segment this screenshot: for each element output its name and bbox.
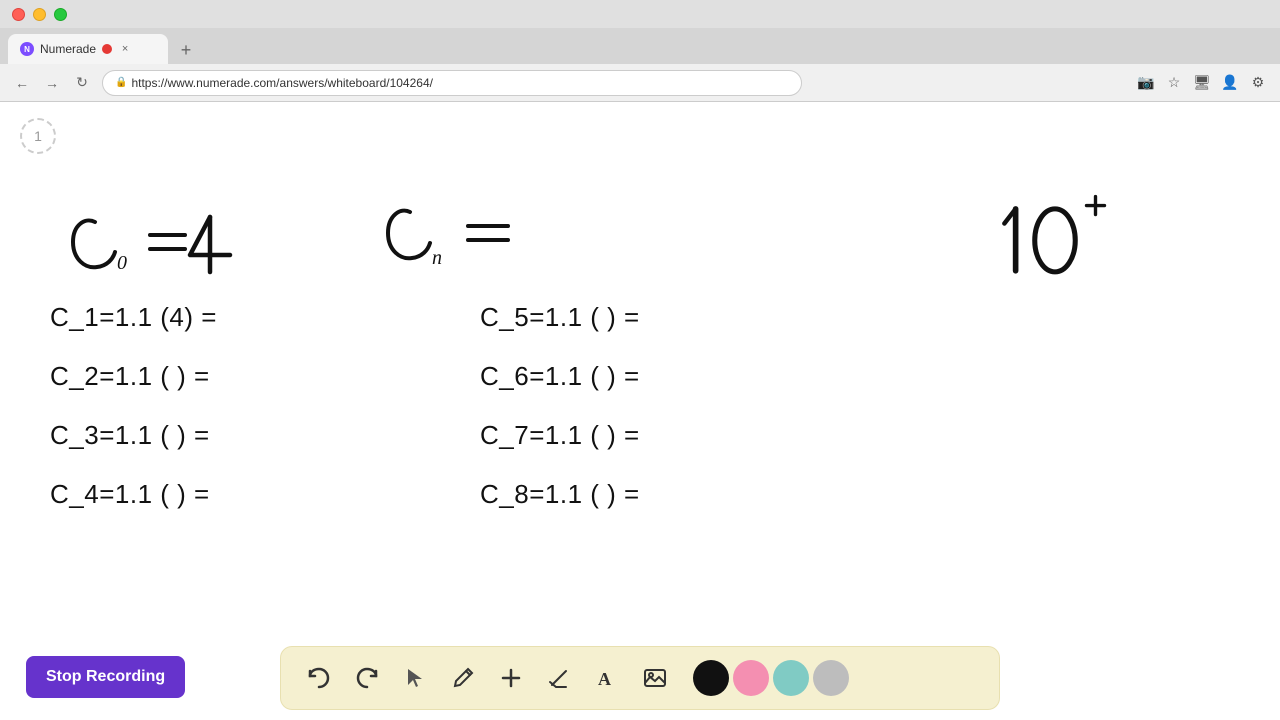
equation-c5: C_5=1.1 ( ) = xyxy=(480,302,640,333)
monitor-icon[interactable]: 🖥 xyxy=(1192,73,1212,93)
equations-right: C_5=1.1 ( ) = C_6=1.1 ( ) = C_7=1.1 ( ) … xyxy=(480,302,640,510)
color-gray-swatch[interactable] xyxy=(813,660,849,696)
svg-text:A: A xyxy=(598,669,611,689)
select-tool-button[interactable] xyxy=(393,656,437,700)
settings-icon[interactable]: ⚙ xyxy=(1248,73,1268,93)
equation-c3: C_3=1.1 ( ) = xyxy=(50,420,217,451)
equation-c7: C_7=1.1 ( ) = xyxy=(480,420,640,451)
address-bar: ← → ↻ 🔒 https://www.numerade.com/answers… xyxy=(0,64,1280,102)
lock-icon: 🔒 xyxy=(115,77,127,88)
maximize-button[interactable] xyxy=(54,8,67,21)
star-icon[interactable]: ☆ xyxy=(1164,73,1184,93)
page-indicator: 1 xyxy=(20,118,56,154)
add-tool-button[interactable] xyxy=(489,656,533,700)
recording-indicator xyxy=(102,44,112,54)
numerade-favicon: N xyxy=(20,42,34,56)
tab-title: Numerade xyxy=(40,42,96,56)
equation-c8: C_8=1.1 ( ) = xyxy=(480,479,640,510)
browser-frame: N Numerade × + ← → ↻ 🔒 https://www.numer… xyxy=(0,0,1280,720)
image-tool-button[interactable] xyxy=(633,656,677,700)
url-bar[interactable]: 🔒 https://www.numerade.com/answers/white… xyxy=(102,70,802,96)
equation-c2: C_2=1.1 ( ) = xyxy=(50,361,217,392)
stop-recording-button[interactable]: Stop Recording xyxy=(26,656,185,698)
address-bar-actions: 📷 ☆ 🖥 👤 ⚙ xyxy=(1136,73,1268,93)
close-button[interactable] xyxy=(12,8,25,21)
back-button[interactable]: ← xyxy=(12,75,32,91)
cn-equation-handwritten: n xyxy=(380,190,600,280)
ten-plus-handwritten xyxy=(985,192,1125,282)
forward-button[interactable]: → xyxy=(42,75,62,91)
redo-button[interactable] xyxy=(345,656,389,700)
profile-icon[interactable]: 👤 xyxy=(1220,73,1240,93)
url-text: https://www.numerade.com/answers/whitebo… xyxy=(131,76,433,90)
refresh-button[interactable]: ↻ xyxy=(72,74,92,91)
page-number: 1 xyxy=(34,128,42,144)
content-area: 1 0 n xyxy=(0,102,1280,720)
minimize-button[interactable] xyxy=(33,8,46,21)
eraser-tool-button[interactable] xyxy=(537,656,581,700)
camera-icon[interactable]: 📷 xyxy=(1136,73,1156,93)
svg-text:0: 0 xyxy=(117,252,127,274)
new-tab-button[interactable]: + xyxy=(172,36,200,64)
svg-text:n: n xyxy=(432,247,442,269)
equations-left: C_1=1.1 (4) = C_2=1.1 ( ) = C_3=1.1 ( ) … xyxy=(50,302,217,510)
undo-button[interactable] xyxy=(297,656,341,700)
title-bar xyxy=(0,0,1280,28)
pencil-tool-button[interactable] xyxy=(441,656,485,700)
whiteboard-toolbar: A xyxy=(280,646,1000,710)
equation-c1: C_1=1.1 (4) = xyxy=(50,302,217,333)
text-tool-button[interactable]: A xyxy=(585,656,629,700)
tab-close-button[interactable]: × xyxy=(118,42,132,56)
active-tab[interactable]: N Numerade × xyxy=(8,34,168,64)
color-black-swatch[interactable] xyxy=(693,660,729,696)
color-pink-swatch[interactable] xyxy=(733,660,769,696)
c0-equation-handwritten: 0 xyxy=(65,197,325,287)
equation-c4: C_4=1.1 ( ) = xyxy=(50,479,217,510)
equation-c6: C_6=1.1 ( ) = xyxy=(480,361,640,392)
tab-bar: N Numerade × + xyxy=(0,28,1280,64)
color-green-swatch[interactable] xyxy=(773,660,809,696)
